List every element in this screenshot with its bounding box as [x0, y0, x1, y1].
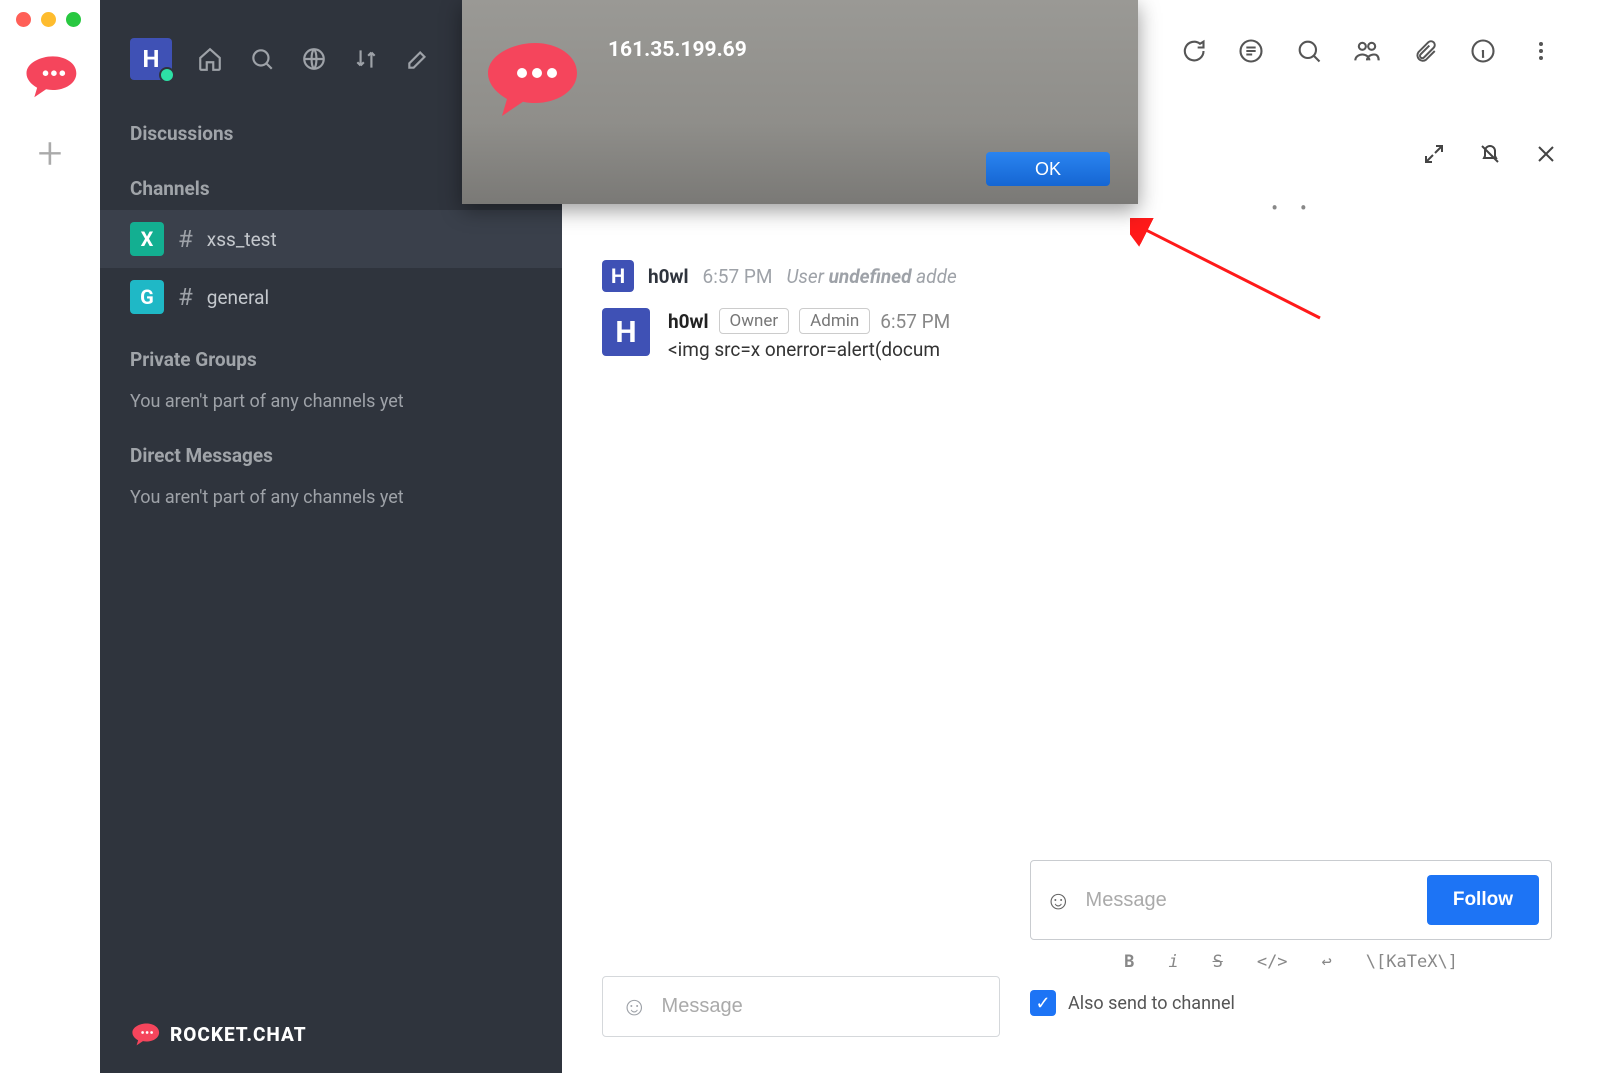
thread-panel: • • ☺ Follow B i S </> ↩ \[KaTeX\] ✓ Als…: [1006, 140, 1576, 1060]
add-server-button[interactable]: +: [27, 130, 73, 176]
sort-icon[interactable]: [352, 45, 380, 73]
alert-title: 161.35.199.69: [608, 38, 747, 62]
main-composer[interactable]: ☺: [602, 976, 1000, 1037]
files-icon[interactable]: [1410, 36, 1440, 66]
info-icon[interactable]: [1468, 36, 1498, 66]
close-window-icon[interactable]: [16, 12, 31, 27]
rocketchat-logo-icon: [480, 28, 580, 128]
brand-footer: ROCKET.CHAT: [130, 1019, 307, 1049]
channel-avatar: G: [130, 280, 164, 314]
home-icon[interactable]: [196, 45, 224, 73]
avatar: H: [602, 308, 650, 356]
formatting-toolbar: B i S </> ↩ \[KaTeX\]: [1006, 952, 1576, 972]
channel-avatar: X: [130, 222, 164, 256]
search-channel-icon[interactable]: [1294, 36, 1324, 66]
message-body: <img src=x onerror=alert(docum: [668, 338, 950, 361]
katex-button[interactable]: \[KaTeX\]: [1366, 952, 1458, 972]
sidebar-item-general[interactable]: G # general: [100, 268, 562, 326]
discussions-header-icon[interactable]: [1236, 36, 1266, 66]
kebab-icon[interactable]: [1526, 36, 1556, 66]
strike-button[interactable]: S: [1213, 952, 1223, 972]
emoji-icon[interactable]: ☺: [1045, 885, 1072, 916]
search-icon[interactable]: [248, 45, 276, 73]
close-thread-icon[interactable]: [1532, 140, 1560, 168]
private-groups-empty: You aren't part of any channels yet: [100, 381, 562, 422]
expand-icon[interactable]: [1420, 140, 1448, 168]
follow-button[interactable]: Follow: [1427, 875, 1539, 925]
code-button[interactable]: </>: [1257, 952, 1288, 972]
user-status-avatar[interactable]: H: [130, 38, 172, 80]
header-action-icons: [1178, 36, 1556, 66]
alert-dialog: 161.35.199.69 OK: [462, 0, 1138, 204]
maximize-window-icon[interactable]: [66, 12, 81, 27]
follow-bell-off-icon[interactable]: [1476, 140, 1504, 168]
emoji-icon[interactable]: ☺: [621, 991, 648, 1022]
bold-button[interactable]: B: [1124, 952, 1134, 972]
system-user: h0wl: [648, 265, 689, 288]
main-message-input[interactable]: [662, 995, 981, 1018]
sidebar-item-xss-test[interactable]: X # xss_test: [100, 210, 562, 268]
thread-composer[interactable]: ☺ Follow: [1030, 860, 1552, 940]
window-controls: [16, 12, 81, 27]
alert-ok-button[interactable]: OK: [986, 152, 1110, 186]
rocketchat-server-icon[interactable]: [20, 46, 80, 106]
system-message: H h0wl 6:57 PM User undefined adde: [602, 260, 1000, 292]
threads-icon[interactable]: [1178, 36, 1208, 66]
message-user: h0wl: [668, 310, 709, 333]
server-rail: +: [0, 0, 100, 1073]
minimize-window-icon[interactable]: [41, 12, 56, 27]
hash-icon: #: [178, 225, 193, 253]
also-send-label: Also send to channel: [1068, 993, 1235, 1014]
avatar: H: [602, 260, 634, 292]
also-send-row[interactable]: ✓ Also send to channel: [1030, 990, 1552, 1016]
channel-name: general: [207, 286, 269, 309]
italic-button[interactable]: i: [1168, 952, 1178, 972]
newline-button[interactable]: ↩: [1322, 952, 1332, 972]
members-icon[interactable]: [1352, 36, 1382, 66]
section-direct-messages: Direct Messages: [100, 422, 562, 477]
channel-name: xss_test: [207, 228, 277, 251]
thread-message-input[interactable]: [1086, 889, 1413, 912]
message-time: 6:57 PM: [880, 310, 950, 333]
system-time: 6:57 PM: [703, 265, 773, 288]
directory-icon[interactable]: [300, 45, 328, 73]
create-icon[interactable]: [404, 45, 432, 73]
hash-icon: #: [178, 283, 193, 311]
message-row: H h0wl Owner Admin 6:57 PM <img src=x on…: [602, 308, 1000, 361]
direct-messages-empty: You aren't part of any channels yet: [100, 477, 562, 518]
also-send-checkbox[interactable]: ✓: [1030, 990, 1056, 1016]
role-owner: Owner: [719, 308, 790, 334]
role-admin: Admin: [799, 308, 870, 334]
brand-label: ROCKET.CHAT: [170, 1023, 307, 1046]
section-private-groups: Private Groups: [100, 326, 562, 381]
